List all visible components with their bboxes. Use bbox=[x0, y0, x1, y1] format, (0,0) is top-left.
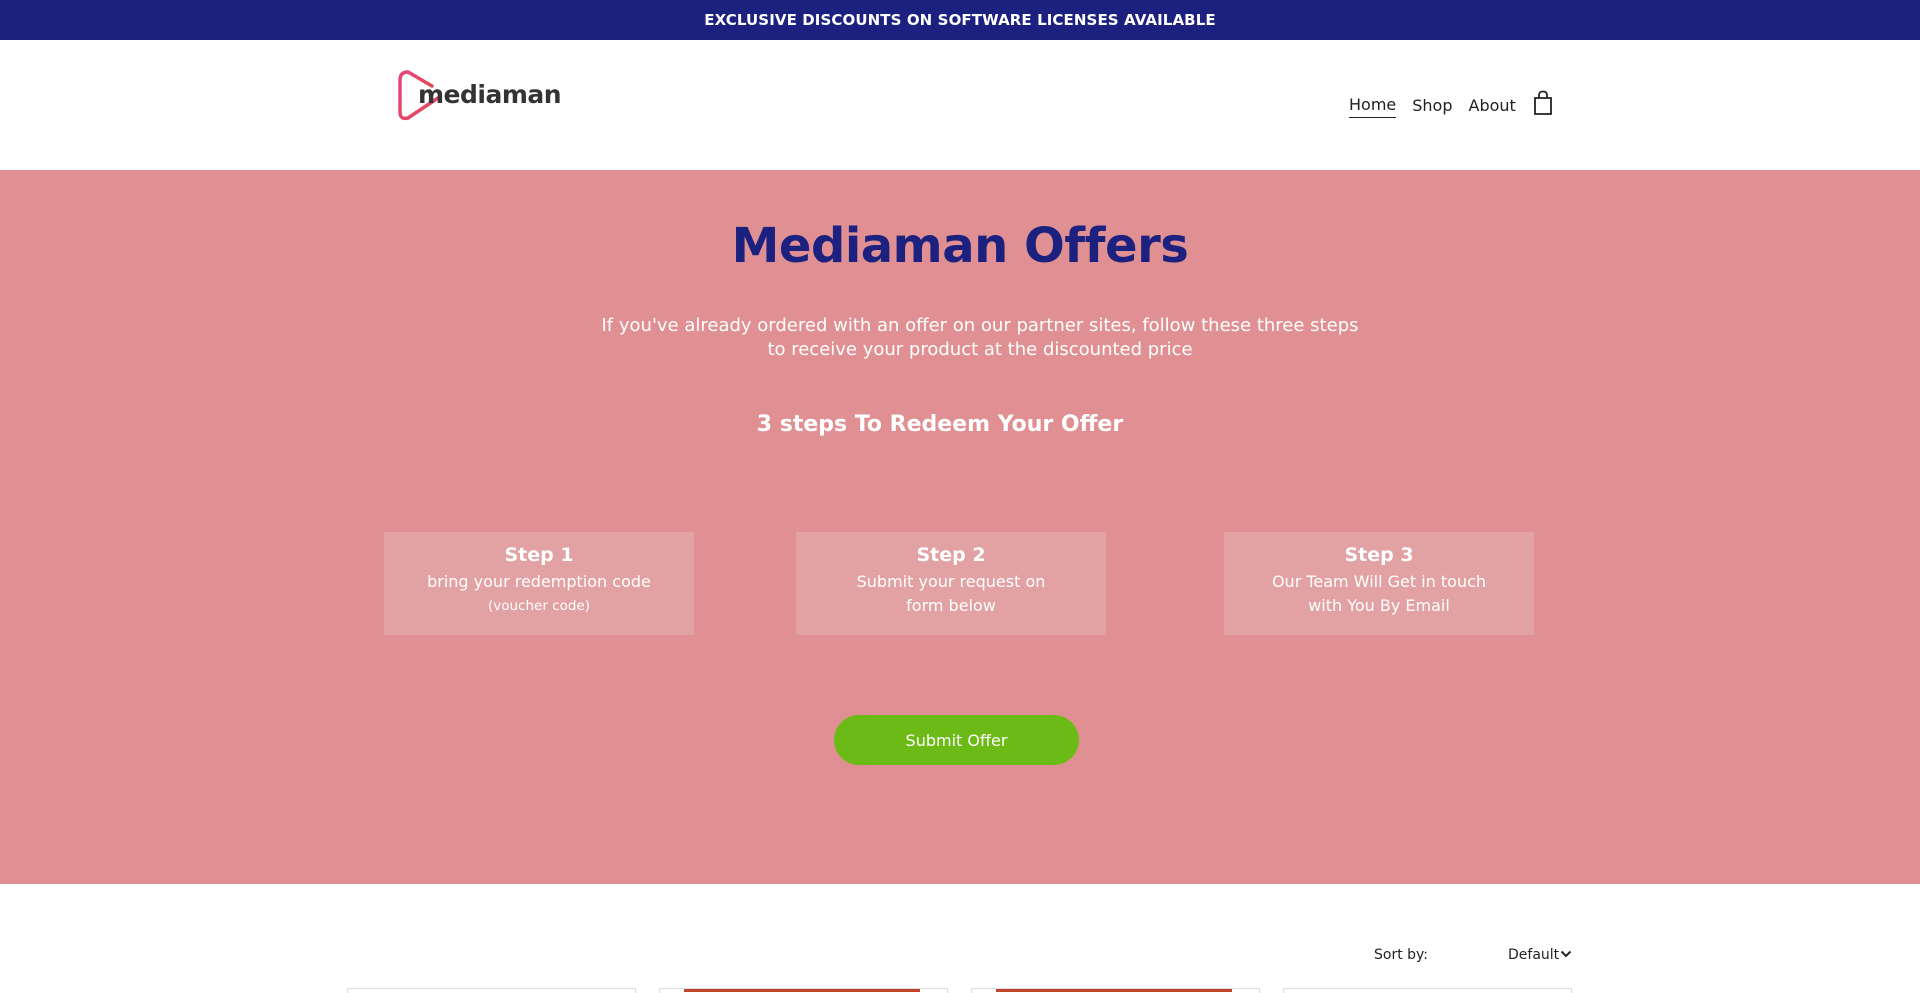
step-text-2: with You By Email bbox=[1308, 596, 1450, 615]
step-text: bring your redemption code bbox=[427, 572, 651, 591]
steps-heading: 3 steps To Redeem Your Offer bbox=[756, 412, 1124, 437]
submit-offer-button[interactable]: Submit Offer bbox=[834, 715, 1079, 765]
product-card[interactable] bbox=[971, 988, 1260, 993]
step-note: (voucher code) bbox=[487, 598, 591, 614]
product-image bbox=[684, 989, 920, 992]
nav-home[interactable]: Home bbox=[1349, 95, 1397, 118]
announcement-text: EXCLUSIVE DISCOUNTS ON SOFTWARE LICENSES… bbox=[704, 11, 1216, 29]
product-card[interactable] bbox=[659, 988, 948, 993]
step-card-2: Step 2 Submit your request on form below bbox=[796, 532, 1106, 635]
step-title: Step 1 bbox=[504, 544, 574, 566]
step-card-3: Step 3 Our Team Will Get in touch with Y… bbox=[1224, 532, 1534, 635]
step-text: Submit your request on bbox=[856, 572, 1046, 591]
announcement-bar: EXCLUSIVE DISCOUNTS ON SOFTWARE LICENSES… bbox=[0, 0, 1920, 40]
step-card-1: Step 1 bring your redemption code (vouch… bbox=[384, 532, 694, 635]
product-grid bbox=[0, 988, 1920, 993]
logo-text: mediaman bbox=[418, 80, 562, 109]
offers-hero: Mediaman Offers If you've already ordere… bbox=[0, 170, 1920, 884]
step-title: Step 3 bbox=[1344, 544, 1414, 566]
product-card[interactable] bbox=[1283, 988, 1572, 993]
main-nav: Home Shop About bbox=[1349, 95, 1532, 118]
step-text-2: form below bbox=[906, 596, 996, 615]
sort-select[interactable]: Default bbox=[1508, 947, 1559, 963]
nav-about[interactable]: About bbox=[1469, 96, 1516, 118]
page-title: Mediaman Offers bbox=[731, 218, 1189, 274]
product-image bbox=[996, 989, 1232, 992]
sort-label: Sort by: bbox=[1374, 947, 1429, 963]
shopping-bag-icon[interactable] bbox=[1532, 90, 1554, 116]
step-text: Our Team Will Get in touch bbox=[1271, 572, 1487, 591]
nav-shop[interactable]: Shop bbox=[1412, 96, 1452, 118]
step-title: Step 2 bbox=[916, 544, 986, 566]
hero-subtitle: If you've already ordered with an offer … bbox=[601, 315, 1359, 360]
product-card[interactable] bbox=[347, 988, 636, 993]
chevron-down-icon[interactable] bbox=[1560, 949, 1572, 959]
site-header: mediaman Home Shop About bbox=[0, 40, 1920, 170]
